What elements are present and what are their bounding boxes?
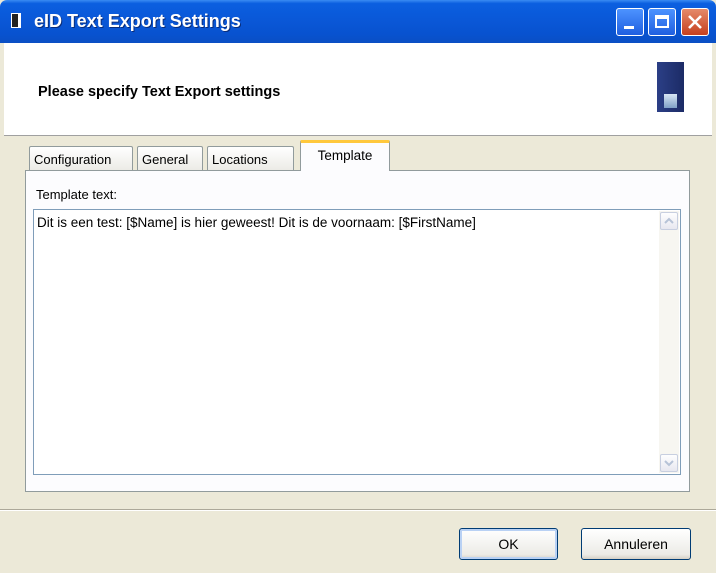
- header-heading: Please specify Text Export settings: [38, 84, 281, 100]
- title-bar[interactable]: eID Text Export Settings: [0, 0, 716, 43]
- header-logo-icon: [657, 62, 684, 112]
- ok-button[interactable]: OK: [459, 528, 558, 560]
- template-text-label: Template text:: [36, 187, 117, 202]
- template-textarea[interactable]: Dit is een test: [$Name] is hier geweest…: [33, 209, 681, 475]
- cancel-button-label: Annuleren: [604, 536, 668, 552]
- maximize-icon: [655, 15, 669, 28]
- header-panel: Please specify Text Export settings: [4, 43, 712, 136]
- tab-general[interactable]: General: [137, 146, 203, 170]
- scroll-down-icon: [664, 460, 674, 467]
- vertical-scrollbar[interactable]: [659, 211, 679, 473]
- template-text-value[interactable]: Dit is een test: [$Name] is hier geweest…: [37, 215, 476, 230]
- footer-separator: [0, 509, 716, 511]
- dialog-window: eID Text Export Settings Please specify …: [0, 0, 716, 573]
- window-title: eID Text Export Settings: [34, 11, 241, 31]
- tab-panel-template: Template text: Dit is een test: [$Name] …: [25, 170, 690, 492]
- scroll-up-button[interactable]: [660, 212, 678, 230]
- tab-configuration[interactable]: Configuration: [29, 146, 133, 170]
- minimize-button[interactable]: [616, 8, 644, 36]
- header-logo-detail: [664, 94, 677, 108]
- app-icon: [11, 13, 21, 28]
- scroll-down-button[interactable]: [660, 454, 678, 472]
- scroll-up-icon: [664, 217, 674, 224]
- cancel-button[interactable]: Annuleren: [581, 528, 691, 560]
- tab-template[interactable]: Template: [300, 140, 390, 171]
- close-icon: [688, 15, 702, 29]
- ok-button-label: OK: [498, 536, 519, 552]
- maximize-button[interactable]: [648, 8, 676, 36]
- minimize-icon: [624, 26, 634, 29]
- tab-locations[interactable]: Locations: [207, 146, 294, 170]
- close-button[interactable]: [681, 8, 709, 36]
